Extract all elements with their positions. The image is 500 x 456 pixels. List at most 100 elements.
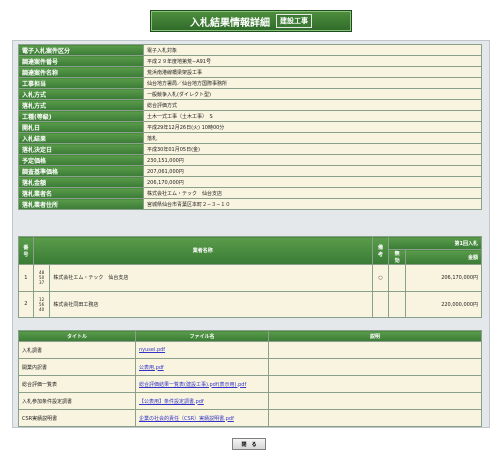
summary-label: 落札業者名: [18, 187, 144, 199]
file-title: 入札調書: [18, 341, 136, 359]
summary-label: 工種(等級): [18, 110, 144, 122]
result-mark: ○: [371, 264, 390, 292]
summary-row: 落札業者住所 宮城県仙台市青葉区本町２−３−１０: [18, 198, 482, 210]
result-invalid: [388, 264, 406, 292]
file-link[interactable]: 企業の社会的責任（CSR）実績説明書.pdf: [139, 416, 234, 422]
result-row: 2 12 56 40 株式会社同田工務店 220,000,000円: [18, 290, 483, 318]
summary-row: 調達案件番号 平成２９年度地第荒−A91号: [18, 55, 482, 67]
file-link[interactable]: 公表用.pdf: [139, 365, 164, 371]
summary-row: 開札日 平成29年12月26日(火) 10時00分: [18, 121, 482, 133]
result-invalid: [388, 290, 406, 318]
summary-row: 落札金額 206,170,000円: [18, 176, 482, 188]
summary-label: 調達案件番号: [18, 55, 144, 67]
file-row: 入札調書 nyusei.pdf: [18, 341, 482, 359]
summary-value: 落札: [143, 132, 482, 144]
page-title-banner: 入札結果情報詳細 建設工事: [150, 10, 352, 32]
summary-label: 開札日: [18, 121, 144, 133]
result-no: 2: [18, 290, 34, 318]
summary-value: 一般競争入札(ダイレクト型): [143, 88, 482, 100]
results-table: 番号 業者名称 備考 第1回入札 無効 金額 1 48 50 37 株式会社エム・テ…: [18, 236, 483, 318]
summary-value: 230,151,000円: [143, 154, 482, 166]
file-note: [268, 409, 482, 427]
results-header-no: 番号: [18, 236, 34, 265]
file-name-cell: 総合評価結果一覧表(建設工事).pdf(表示用).pdf: [135, 375, 269, 393]
summary-label: 落札金額: [18, 176, 144, 188]
category-badge: 建設工事: [276, 14, 312, 28]
summary-value: 平成29年12月26日(火) 10時00分: [143, 121, 482, 133]
results-header-amount: 金額: [404, 249, 483, 265]
result-amount: 206,170,000円: [404, 264, 483, 292]
file-title: 入札参加条件設定調書: [18, 392, 136, 410]
summary-value: 宮城県仙台市青葉区本町２−３−１０: [143, 198, 482, 210]
results-header-remark: 備考: [371, 236, 390, 265]
file-row: 総合評価一覧表 総合評価結果一覧表(建設工事).pdf(表示用).pdf: [18, 375, 482, 393]
result-no: 1: [18, 264, 34, 292]
summary-value: 株式会社エム・テック 仙台支店: [143, 187, 482, 199]
summary-value: 207,061,000円: [143, 165, 482, 177]
file-row: 開業内訳書 公表用.pdf: [18, 358, 482, 376]
file-link[interactable]: 総合評価結果一覧表(建設工事).pdf(表示用).pdf: [139, 382, 246, 388]
summary-value: 仙台地方署局／仙台地方国際事務所: [143, 77, 482, 89]
files-header-file: ファイル名: [135, 330, 269, 342]
file-name-cell: 【公表用】条件設定調書.pdf: [135, 392, 269, 410]
file-row: 入札参加条件設定調書 【公表用】条件設定調書.pdf: [18, 392, 482, 410]
summary-value: 平成２９年度地第荒−A91号: [143, 55, 482, 67]
summary-value: 平成30年01月05日(金): [143, 143, 482, 155]
result-code: 12 56 40: [32, 290, 51, 318]
summary-value: 荒浜南港線橋梁架設工事: [143, 66, 482, 78]
file-note: [268, 341, 482, 359]
files-header-title: タイトル: [18, 330, 136, 342]
summary-row: 電子入札案件区分 電子入札対象: [18, 44, 482, 56]
summary-row: 調達案件名称 荒浜南港線橋梁架設工事: [18, 66, 482, 78]
summary-label: 入札結果: [18, 132, 144, 144]
file-note: [268, 392, 482, 410]
file-note: [268, 358, 482, 376]
summary-row: 入札方式 一般競争入札(ダイレクト型): [18, 88, 482, 100]
close-button[interactable]: 閉 る: [232, 438, 266, 450]
file-row: CSR実績説明書 企業の社会的責任（CSR）実績説明書.pdf: [18, 409, 482, 427]
summary-label: 落札業者住所: [18, 198, 144, 210]
summary-row: 落札方式 総合評価方式: [18, 99, 482, 111]
summary-value: 電子入札対象: [143, 44, 482, 56]
summary-row: 工種(等級) 土木一式工事（土木工事） S: [18, 110, 482, 122]
summary-label: 入札方式: [18, 88, 144, 100]
result-row: 1 48 50 37 株式会社エム・テック 仙台支店 ○ 206,170,000円: [18, 264, 483, 292]
summary-row: 落札業者名 株式会社エム・テック 仙台支店: [18, 187, 482, 199]
file-name-cell: nyusei.pdf: [135, 341, 269, 359]
summary-label: 落札決定日: [18, 143, 144, 155]
summary-row: 落札決定日 平成30年01月05日(金): [18, 143, 482, 155]
summary-value: 土木一式工事（土木工事） S: [143, 110, 482, 122]
file-link[interactable]: nyusei.pdf: [139, 347, 165, 353]
result-company: 株式会社同田工務店: [49, 290, 373, 318]
results-header-round: 第1回入札: [388, 236, 482, 250]
summary-value: 206,170,000円: [143, 176, 482, 188]
file-title: 開業内訳書: [18, 358, 136, 376]
summary-table: 電子入札案件区分 電子入札対象 調達案件番号 平成２９年度地第荒−A91号 調達案件名称…: [18, 44, 482, 210]
result-code: 48 50 37: [32, 264, 51, 292]
result-mark: [371, 290, 390, 318]
summary-label: 電子入札案件区分: [18, 44, 144, 56]
file-name-cell: 企業の社会的責任（CSR）実績説明書.pdf: [135, 409, 269, 427]
summary-label: 調査基準価格: [18, 165, 144, 177]
file-name-cell: 公表用.pdf: [135, 358, 269, 376]
summary-label: 予定価格: [18, 154, 144, 166]
result-amount: 220,000,000円: [404, 290, 483, 318]
summary-row: 調査基準価格 207,061,000円: [18, 165, 482, 177]
summary-row: 入札結果 落札: [18, 132, 482, 144]
files-header-note: 説明: [268, 330, 482, 342]
summary-label: 調達案件名称: [18, 66, 144, 78]
file-title: CSR実績説明書: [18, 409, 136, 427]
summary-value: 総合評価方式: [143, 99, 482, 111]
results-header-col-b: 無効: [388, 249, 406, 265]
file-title: 総合評価一覧表: [18, 375, 136, 393]
summary-label: 落札方式: [18, 99, 144, 111]
summary-row: 工事担当 仙台地方署局／仙台地方国際事務所: [18, 77, 482, 89]
page-title: 入札結果情報詳細: [190, 17, 270, 29]
summary-row: 予定価格 230,151,000円: [18, 154, 482, 166]
file-link[interactable]: 【公表用】条件設定調書.pdf: [139, 399, 204, 405]
files-table: タイトル ファイル名 説明 入札調書 nyusei.pdf 開業内訳書 公表用.pdf…: [18, 330, 482, 427]
summary-label: 工事担当: [18, 77, 144, 89]
results-header-name: 業者名称: [32, 236, 373, 265]
result-company: 株式会社エム・テック 仙台支店: [49, 264, 373, 292]
file-note: [268, 375, 482, 393]
